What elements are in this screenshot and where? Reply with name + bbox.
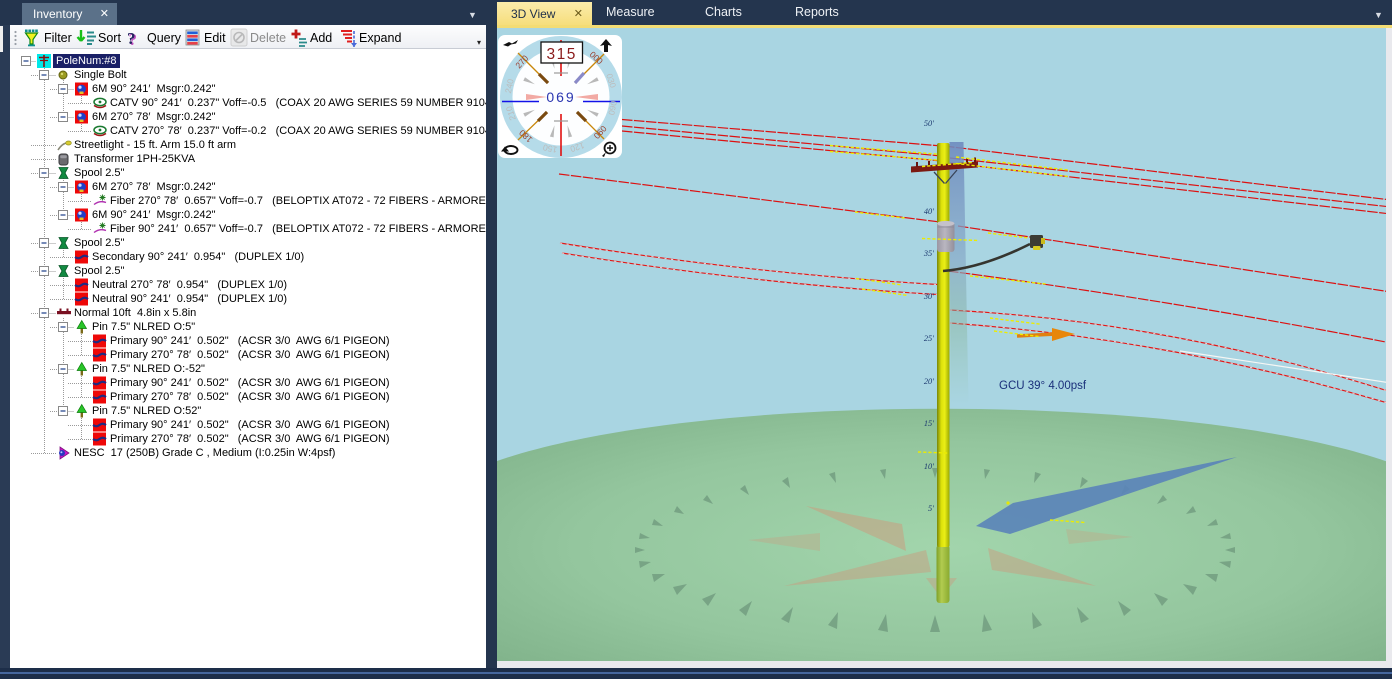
svg-text:20′: 20′ — [924, 377, 934, 386]
svg-text:069: 069 — [546, 89, 575, 105]
svg-text:25′: 25′ — [924, 334, 934, 343]
svg-text:40′: 40′ — [924, 207, 934, 216]
svg-text:5′: 5′ — [928, 504, 934, 513]
svg-text:GCU 39° 4.00psf: GCU 39° 4.00psf — [999, 380, 1087, 392]
svg-text:315: 315 — [547, 46, 577, 63]
svg-text:35′: 35′ — [923, 249, 934, 258]
svg-text:50′: 50′ — [924, 119, 934, 128]
svg-text:15′: 15′ — [924, 419, 934, 428]
svg-text:10′: 10′ — [924, 462, 934, 471]
svg-text:30′: 30′ — [923, 292, 934, 301]
